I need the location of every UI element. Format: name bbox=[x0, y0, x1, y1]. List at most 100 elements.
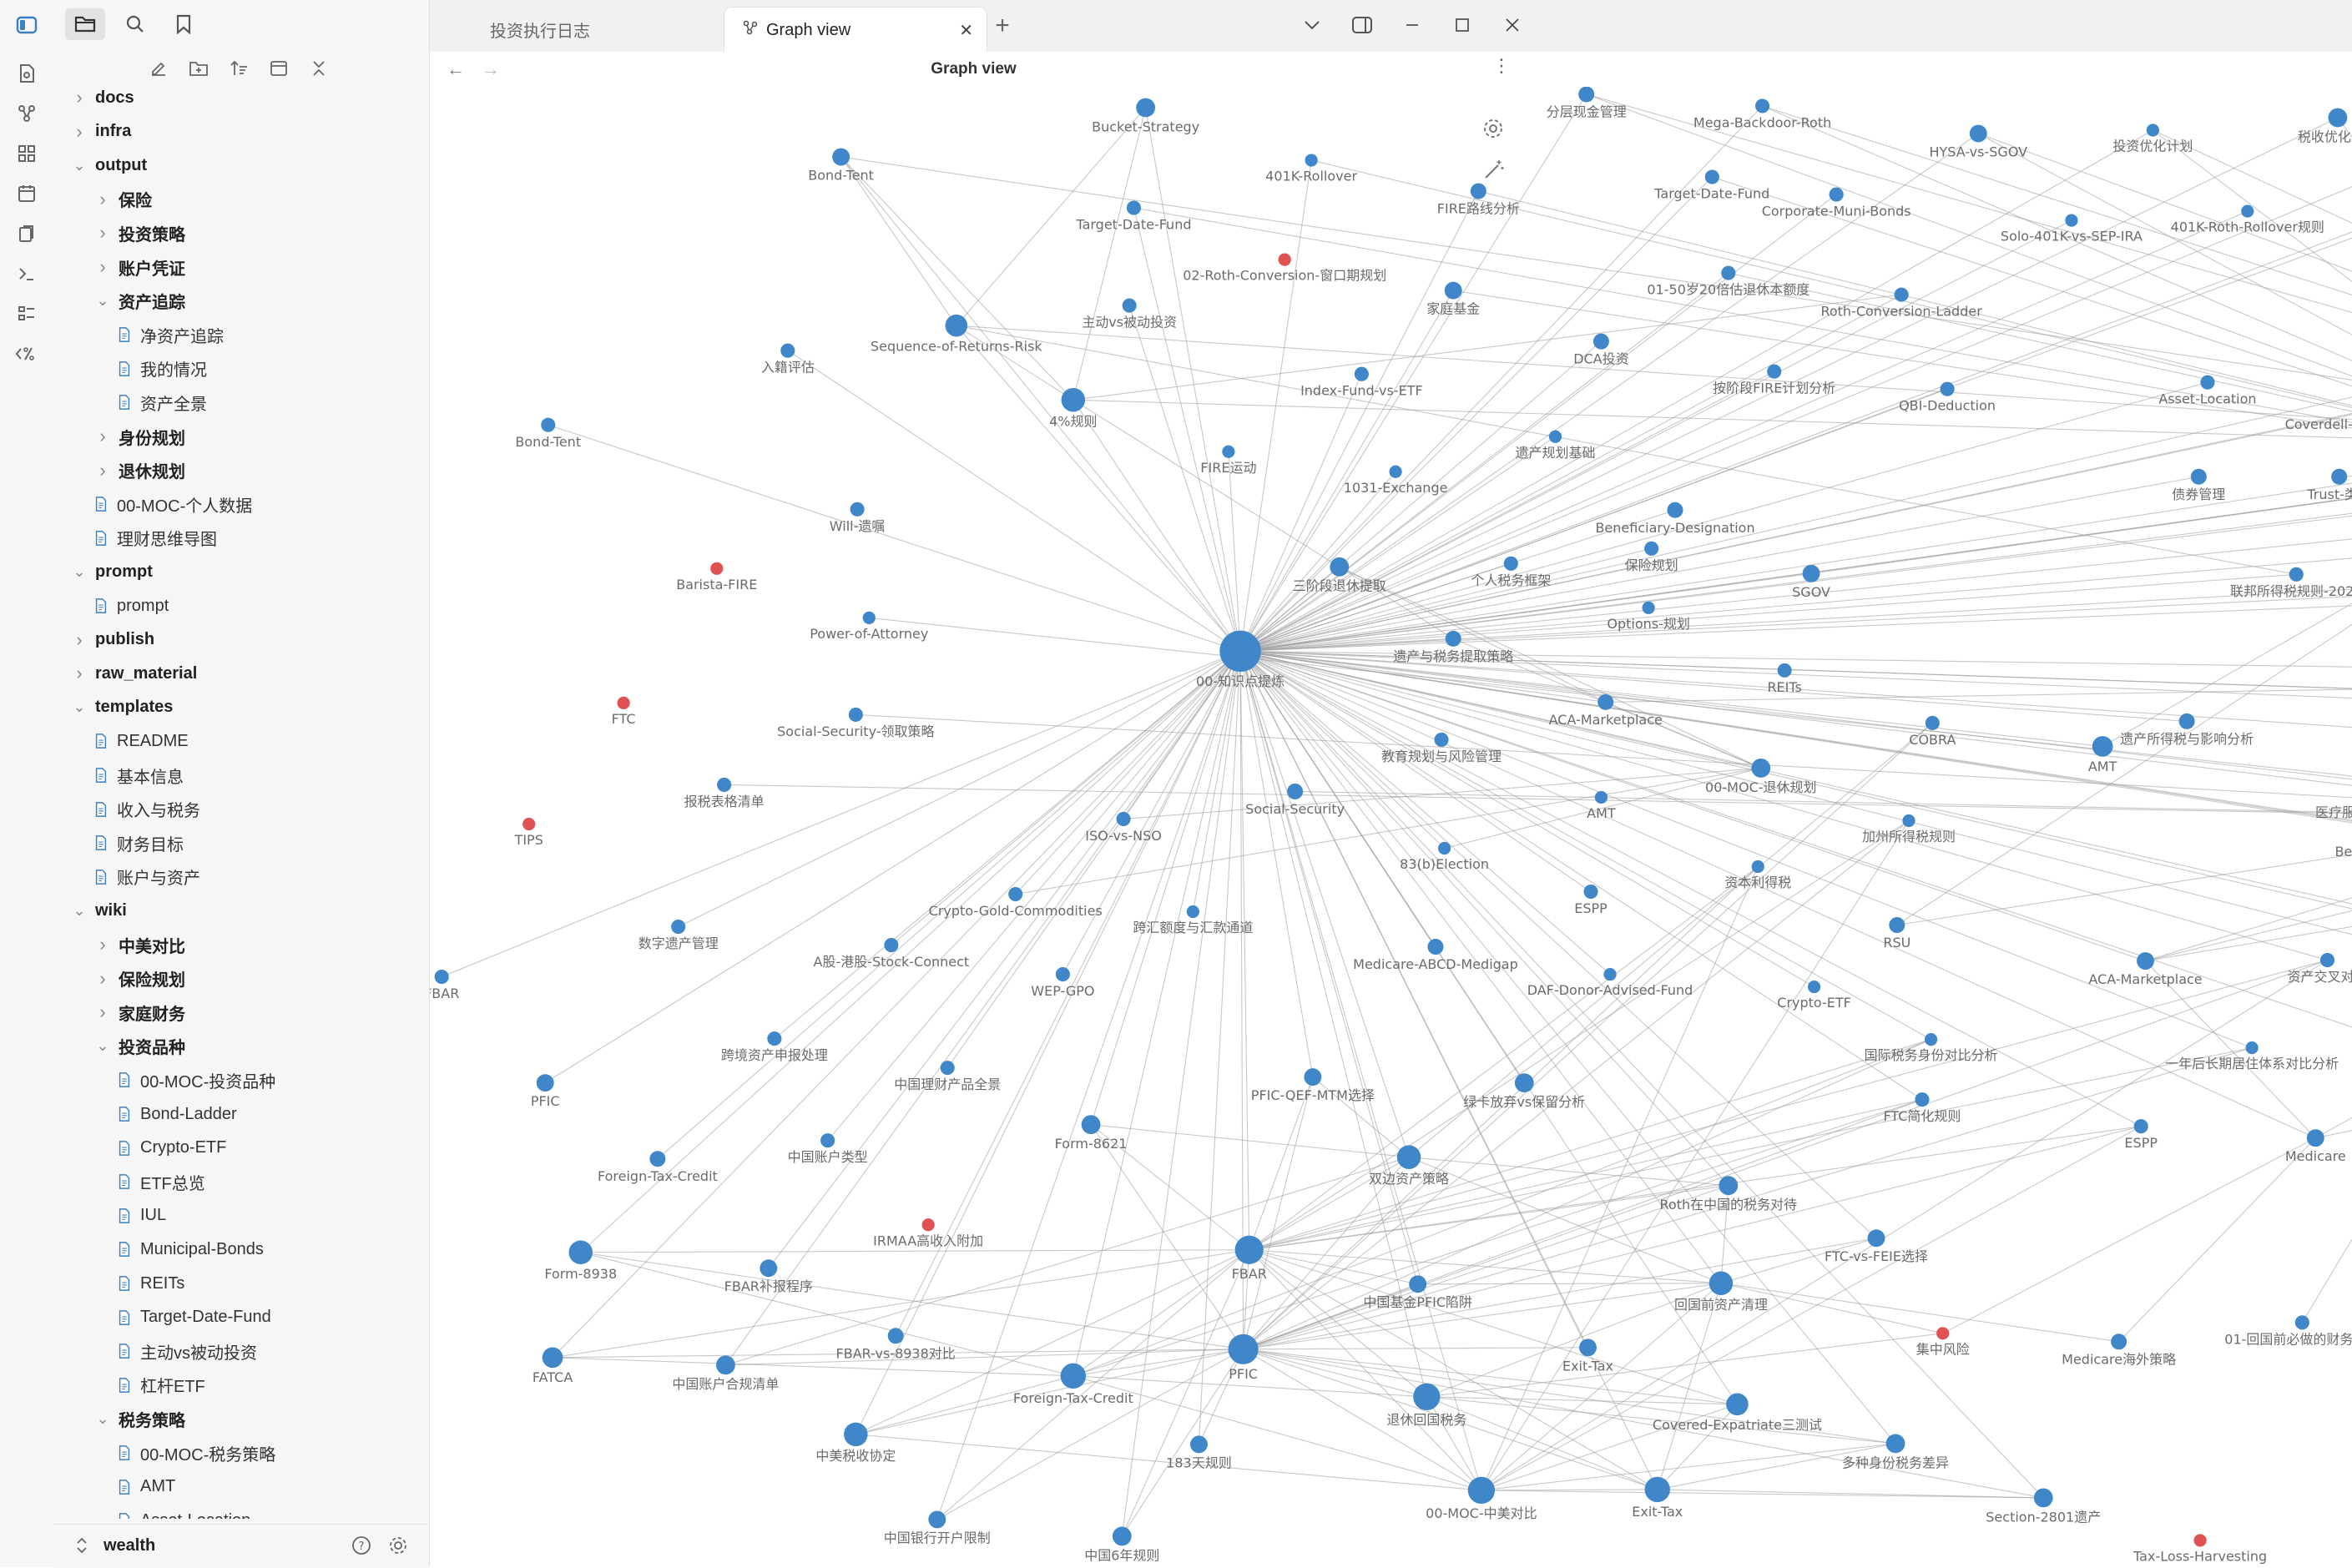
chevron-right-icon[interactable]: › bbox=[70, 629, 88, 651]
files-tab-icon[interactable] bbox=[65, 8, 105, 40]
tree-folder[interactable]: › 中美对比 bbox=[93, 930, 185, 959]
graph-node[interactable] bbox=[1915, 1092, 1930, 1107]
tree-folder[interactable]: ⌄ 税务策略 bbox=[93, 1404, 185, 1433]
graph-node[interactable] bbox=[1008, 886, 1023, 902]
graph-node[interactable] bbox=[1126, 200, 1142, 215]
graph-node[interactable] bbox=[1186, 905, 1199, 919]
graph-node[interactable] bbox=[820, 1133, 835, 1148]
chevron-down-icon[interactable]: ⌄ bbox=[70, 902, 88, 920]
graph-node[interactable] bbox=[1644, 541, 1659, 556]
graph-node[interactable] bbox=[2331, 468, 2348, 485]
graph-node[interactable] bbox=[1751, 860, 1764, 874]
daily-notes-icon[interactable] bbox=[12, 179, 42, 209]
graph-node[interactable] bbox=[1444, 281, 1462, 300]
terminal-icon[interactable] bbox=[12, 259, 42, 289]
tree-folder[interactable]: › 退休规划 bbox=[93, 456, 185, 485]
chevron-down-icon[interactable]: ⌄ bbox=[93, 1037, 112, 1055]
graph-node[interactable] bbox=[848, 707, 863, 722]
graph-node[interactable] bbox=[1445, 630, 1461, 647]
graph-node[interactable] bbox=[2190, 468, 2207, 485]
tree-file[interactable]: 主动vs被动投资 bbox=[117, 1337, 257, 1365]
tree-folder[interactable]: › 身份规划 bbox=[93, 422, 185, 451]
tree-file[interactable]: AMT bbox=[117, 1473, 175, 1501]
graph-node[interactable] bbox=[2178, 713, 2195, 729]
graph-node[interactable] bbox=[1112, 1526, 1132, 1546]
graph-node[interactable] bbox=[1354, 366, 1369, 381]
graph-node[interactable] bbox=[2200, 375, 2215, 390]
graph-node[interactable] bbox=[1278, 253, 1291, 266]
graph-node[interactable] bbox=[1667, 502, 1683, 518]
graph-node[interactable] bbox=[2241, 204, 2254, 218]
graph-node[interactable] bbox=[1777, 663, 1792, 678]
tree-file[interactable]: README bbox=[93, 727, 189, 755]
collapse-all-icon[interactable] bbox=[302, 53, 336, 83]
tree-folder[interactable]: › publish bbox=[70, 626, 154, 654]
close-window-icon[interactable] bbox=[1490, 8, 1535, 42]
minimize-window-icon[interactable] bbox=[1390, 8, 1435, 42]
graph-node[interactable] bbox=[1925, 715, 1940, 730]
graph-node[interactable] bbox=[1721, 265, 1736, 280]
chevron-right-icon[interactable]: › bbox=[70, 663, 88, 684]
graph-node[interactable] bbox=[940, 1061, 955, 1076]
tree-file[interactable]: 00-MOC-税务策略 bbox=[117, 1439, 275, 1467]
graph-node[interactable] bbox=[1330, 557, 1350, 577]
graph-node[interactable] bbox=[716, 1355, 735, 1375]
chevron-down-icon[interactable]: ⌄ bbox=[93, 292, 112, 310]
graph-node[interactable] bbox=[1219, 630, 1261, 673]
graph-node[interactable] bbox=[945, 314, 968, 337]
bookmarks-icon[interactable] bbox=[164, 8, 204, 40]
graph-node[interactable] bbox=[1116, 811, 1131, 827]
graph-node[interactable] bbox=[1807, 980, 1821, 994]
graph-node[interactable] bbox=[1642, 601, 1655, 614]
graph-node[interactable] bbox=[1708, 1271, 1734, 1296]
tree-folder[interactable]: › raw_material bbox=[70, 659, 197, 688]
tree-file[interactable]: 财务目标 bbox=[93, 829, 184, 857]
tree-file[interactable]: Asset-Location bbox=[117, 1506, 250, 1519]
graph-node[interactable] bbox=[649, 1151, 666, 1167]
graph-node[interactable] bbox=[1726, 1393, 1749, 1416]
graph-node[interactable] bbox=[1548, 430, 1562, 443]
help-icon[interactable]: ? bbox=[351, 1535, 372, 1560]
graph-node[interactable] bbox=[1234, 1235, 1264, 1264]
graph-node[interactable] bbox=[850, 502, 865, 517]
quick-switcher-icon[interactable] bbox=[12, 58, 42, 88]
chevron-right-icon[interactable]: › bbox=[93, 968, 112, 990]
chevron-right-icon[interactable]: › bbox=[93, 1001, 112, 1023]
graph-node[interactable] bbox=[1767, 364, 1782, 379]
graph-node[interactable] bbox=[2306, 1129, 2324, 1147]
chevron-right-icon[interactable]: › bbox=[93, 222, 112, 244]
tree-file[interactable]: 净资产追踪 bbox=[117, 320, 224, 349]
graph-node[interactable] bbox=[522, 817, 536, 831]
graph-node[interactable] bbox=[1409, 1275, 1427, 1293]
tree-file[interactable]: 理财思维导图 bbox=[93, 524, 217, 552]
graph-node[interactable] bbox=[1437, 841, 1451, 855]
chevron-right-icon[interactable]: › bbox=[93, 189, 112, 210]
graph-node[interactable] bbox=[542, 1347, 563, 1369]
tree-file[interactable]: 杠杆ETF bbox=[117, 1371, 205, 1399]
chevron-down-icon[interactable]: ⌄ bbox=[93, 1410, 112, 1428]
graph-node[interactable] bbox=[2319, 953, 2335, 968]
templates-icon[interactable] bbox=[12, 219, 42, 249]
vault-name[interactable]: wealth bbox=[103, 1536, 155, 1555]
graph-node[interactable] bbox=[760, 1259, 778, 1278]
tree-file[interactable]: 00-MOC-投资品种 bbox=[117, 1066, 275, 1094]
tree-folder[interactable]: ⌄ output bbox=[70, 151, 147, 179]
graph-node[interactable] bbox=[2193, 1534, 2207, 1547]
graph-node[interactable] bbox=[1755, 98, 1770, 113]
chevron-right-icon[interactable]: › bbox=[93, 934, 112, 955]
graph-node[interactable] bbox=[1969, 124, 1987, 143]
graph-node[interactable] bbox=[1578, 87, 1595, 103]
tab-list-chevron-icon[interactable] bbox=[1290, 8, 1335, 42]
graph-node[interactable] bbox=[1936, 1327, 1950, 1340]
graph-node[interactable] bbox=[1389, 465, 1402, 478]
graph-node[interactable] bbox=[717, 777, 732, 792]
maximize-window-icon[interactable] bbox=[1440, 8, 1485, 42]
graph-node[interactable] bbox=[1514, 1073, 1534, 1093]
chevron-down-icon[interactable]: ⌄ bbox=[70, 563, 88, 581]
tree-file[interactable]: 收入与税务 bbox=[93, 795, 200, 824]
chevron-down-icon[interactable]: ⌄ bbox=[70, 698, 88, 716]
graph-node[interactable] bbox=[1122, 298, 1137, 313]
graph-node[interactable] bbox=[1592, 333, 1609, 350]
graph-node[interactable] bbox=[2137, 952, 2154, 971]
graph-node[interactable] bbox=[2065, 214, 2078, 227]
